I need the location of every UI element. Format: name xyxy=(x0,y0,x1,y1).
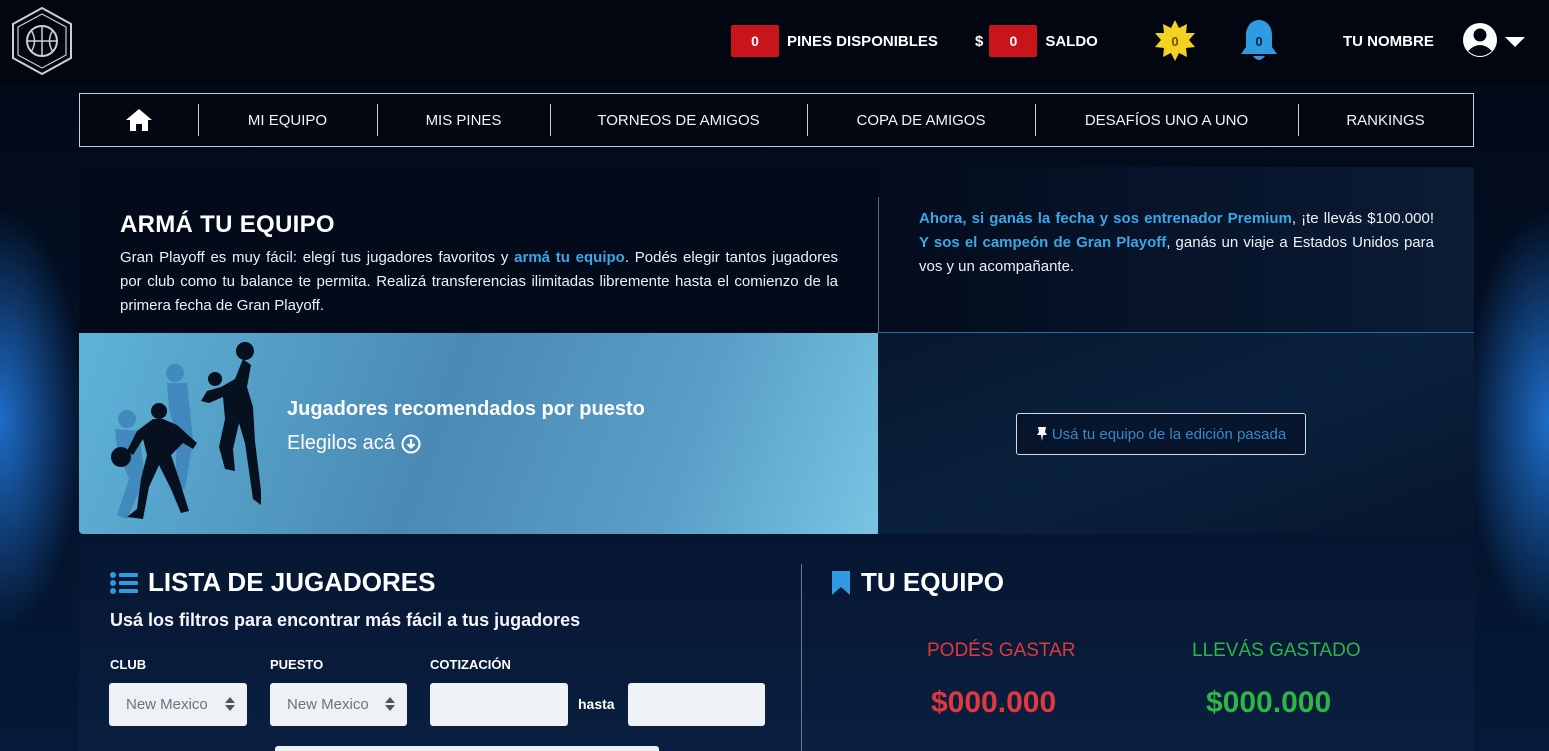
nav-torneos-de-amigos[interactable]: TORNEOS DE AMIGOS xyxy=(550,94,807,146)
club-filter-label: CLUB xyxy=(110,657,147,672)
price-from-input[interactable] xyxy=(430,683,568,726)
promo-text-part: , ¡te llevás $100.000! xyxy=(1291,210,1434,227)
players-list-title: LISTA DE JUGADORES xyxy=(110,567,435,598)
position-select-value: New Mexico xyxy=(287,696,369,713)
choose-here-link[interactable]: Elegilos acá xyxy=(287,432,421,455)
build-team-intro: ARMÁ TU EQUIPO Gran Playoff es muy fácil… xyxy=(79,167,878,333)
hero-section: ARMÁ TU EQUIPO Gran Playoff es muy fácil… xyxy=(79,167,1474,534)
player-search-input[interactable] xyxy=(275,746,659,751)
arrow-down-circle-icon xyxy=(401,434,421,453)
home-icon xyxy=(126,109,152,131)
pins-count-badge: 0 xyxy=(731,25,779,57)
bookmark-icon xyxy=(832,570,850,595)
position-select[interactable]: New Mexico xyxy=(270,683,407,726)
user-menu[interactable] xyxy=(1462,21,1526,61)
hero-title: ARMÁ TU EQUIPO xyxy=(120,211,335,238)
username[interactable]: TU NOMBRE xyxy=(1343,33,1434,50)
currency-symbol: $ xyxy=(975,32,984,50)
use-previous-team-button[interactable]: Usá tu equipo de la edición pasada xyxy=(1016,413,1306,455)
balance-count-badge: 0 xyxy=(989,25,1038,57)
choose-here-label: Elegilos acá xyxy=(287,432,395,454)
pins-stat: 0 PINES DISPONIBLES xyxy=(731,25,938,57)
spent-label: LLEVÁS GASTADO xyxy=(1192,640,1361,661)
price-to-label: hasta xyxy=(578,696,615,712)
notifications-count: 0 xyxy=(1255,34,1263,49)
sort-arrows-icon xyxy=(225,697,235,711)
club-select[interactable]: New Mexico xyxy=(109,683,247,726)
promo-highlight: Y sos el campeón de Gran Playoff xyxy=(919,234,1167,251)
price-to-input[interactable] xyxy=(628,683,765,726)
your-team-title-text: TU EQUIPO xyxy=(861,567,1005,597)
basketball-logo-icon[interactable] xyxy=(10,6,74,76)
hero-description: Gran Playoff es muy fácil: elegí tus jug… xyxy=(120,246,838,318)
coins-badge[interactable]: 0 xyxy=(1153,18,1197,64)
nav-home[interactable] xyxy=(80,94,198,146)
nav-desafios-uno-a-uno[interactable]: DESAFÍOS UNO A UNO xyxy=(1035,94,1298,146)
main-nav: MI EQUIPO MIS PINES TORNEOS DE AMIGOS CO… xyxy=(79,93,1474,147)
balance-stat: $ 0 SALDO xyxy=(975,25,1098,57)
players-list-title-text: LISTA DE JUGADORES xyxy=(148,567,436,597)
sort-arrows-icon xyxy=(385,697,395,711)
club-select-value: New Mexico xyxy=(126,696,208,713)
nav-mis-pines[interactable]: MIS PINES xyxy=(377,94,550,146)
user-avatar-icon xyxy=(1463,23,1525,57)
nav-copa-de-amigos[interactable]: COPA DE AMIGOS xyxy=(807,94,1035,146)
basketball-players-silhouette-icon xyxy=(111,342,261,519)
pin-icon xyxy=(1036,427,1047,441)
build-team-link[interactable]: armá tu equipo xyxy=(514,249,625,266)
nav-mi-equipo[interactable]: MI EQUIPO xyxy=(198,94,377,146)
hero-divider xyxy=(878,197,879,333)
can-spend-label: PODÉS GASTAR xyxy=(927,640,1076,661)
hero-text-part: Gran Playoff es muy fácil: elegí tus jug… xyxy=(120,249,515,266)
your-team-title: TU EQUIPO xyxy=(831,567,1004,598)
promo-text: Ahora, si ganás la fecha y sos entrenado… xyxy=(919,207,1434,279)
recommended-players-banner[interactable]: Jugadores recomendados por puesto Elegil… xyxy=(79,333,878,534)
price-filter-label: COTIZACIÓN xyxy=(430,657,511,672)
position-filter-label: PUESTO xyxy=(270,657,324,672)
previous-team-area: Usá tu equipo de la edición pasada xyxy=(878,333,1474,534)
can-spend-value: $000.000 xyxy=(931,686,1057,719)
balance-label: SALDO xyxy=(1045,32,1098,50)
recommended-title: Jugadores recomendados por puesto xyxy=(287,398,645,420)
top-bar: 0 PINES DISPONIBLES $ 0 SALDO 0 0 TU NOM… xyxy=(0,0,1549,84)
spent-value: $000.000 xyxy=(1206,686,1332,719)
nav-rankings[interactable]: RANKINGS xyxy=(1298,94,1473,146)
players-and-team-panel: LISTA DE JUGADORES Usá los filtros para … xyxy=(79,534,1474,751)
panel-divider xyxy=(801,564,802,751)
pins-label: PINES DISPONIBLES xyxy=(787,32,938,50)
chevron-down-icon xyxy=(1505,37,1525,47)
use-previous-team-label: Usá tu equipo de la edición pasada xyxy=(1051,425,1287,443)
coins-count: 0 xyxy=(1171,33,1179,49)
notifications-badge[interactable]: 0 xyxy=(1237,18,1281,64)
list-icon xyxy=(110,571,138,594)
players-list-subtitle: Usá los filtros para encontrar más fácil… xyxy=(110,610,581,630)
promo-highlight: Ahora, si ganás la fecha y sos entrenado… xyxy=(919,210,1292,227)
